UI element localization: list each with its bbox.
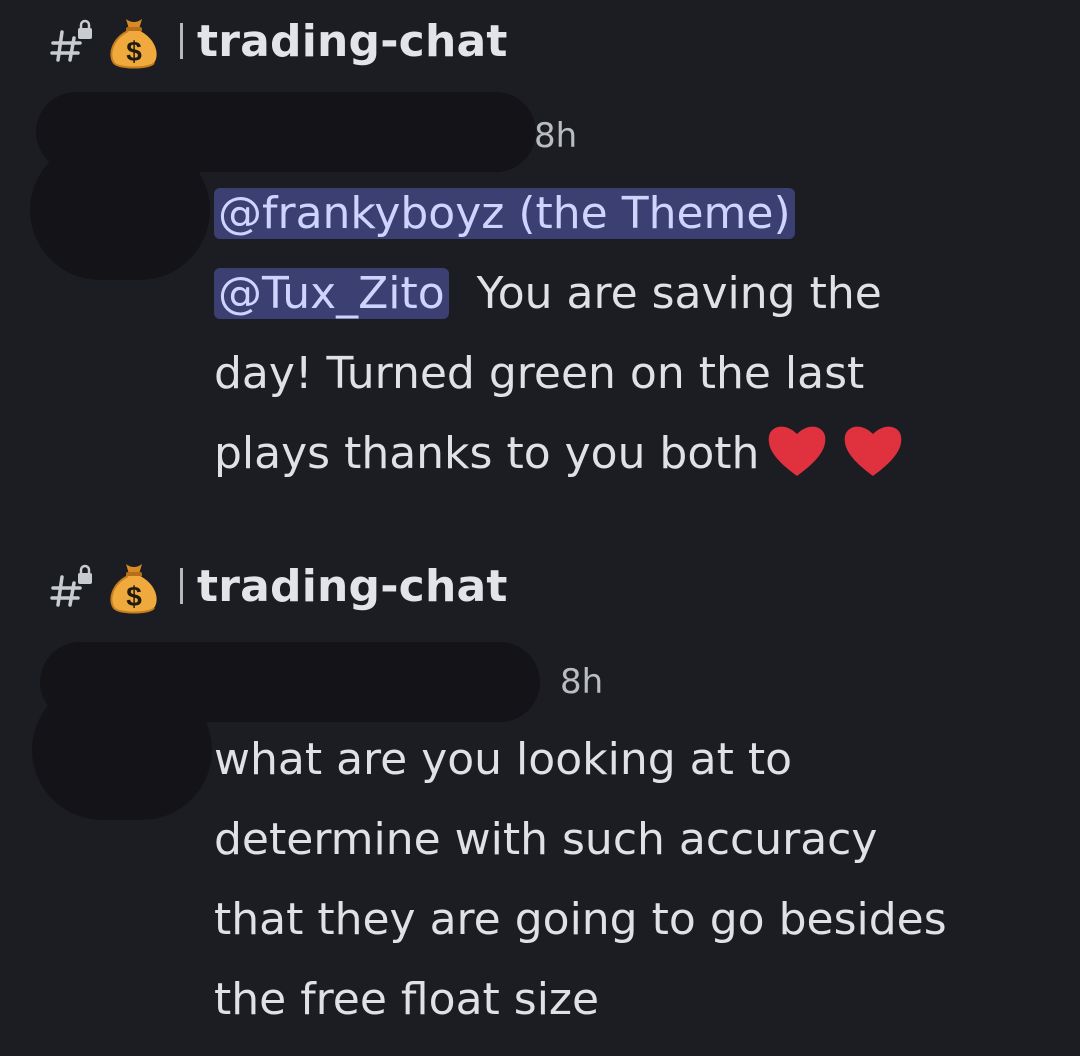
- user-mention[interactable]: @Tux_Zito: [214, 268, 449, 319]
- redacted-avatar: [32, 680, 212, 820]
- channel-link[interactable]: $ trading-chat: [50, 6, 508, 76]
- user-mention[interactable]: @frankyboyz (the Theme): [214, 188, 795, 239]
- message-text: plays thanks to you both: [214, 428, 760, 479]
- svg-text:$: $: [126, 36, 142, 67]
- message-line: that they are going to go besides: [214, 894, 947, 945]
- message-line: determine with such accuracy: [214, 814, 878, 865]
- message-text: You are saving the: [476, 268, 882, 319]
- redacted-avatar: [30, 140, 210, 280]
- message-content: what are you looking at to determine wit…: [214, 720, 947, 1040]
- message-line: plays thanks to you both: [214, 414, 905, 494]
- divider: [180, 23, 183, 59]
- money-bag-icon: $: [104, 556, 164, 616]
- money-bag-icon: $: [104, 11, 164, 71]
- red-heart-icon: [841, 420, 905, 480]
- channel-name: trading-chat: [197, 15, 508, 67]
- channel-link[interactable]: $ trading-chat: [50, 551, 508, 621]
- channel-name: trading-chat: [197, 560, 508, 612]
- message-line: what are you looking at to: [214, 734, 792, 785]
- message-line: day! Turned green on the last: [214, 348, 865, 399]
- locked-hash-icon: [50, 563, 96, 609]
- message-line: @Tux_Zito You are saving the: [214, 254, 905, 334]
- svg-text:$: $: [126, 581, 142, 612]
- message-timestamp: 8h: [534, 116, 578, 156]
- divider: [180, 568, 183, 604]
- message-timestamp: 8h: [560, 662, 604, 702]
- message-feed: $ trading-chat 8h @frankyboyz (the Theme…: [0, 0, 1080, 1056]
- message-line: the free float size: [214, 974, 600, 1025]
- message-line: @frankyboyz (the Theme): [214, 174, 905, 254]
- red-heart-icon: [765, 420, 829, 480]
- locked-hash-icon: [50, 18, 96, 64]
- message-content: @frankyboyz (the Theme) @Tux_Zito You ar…: [214, 174, 905, 494]
